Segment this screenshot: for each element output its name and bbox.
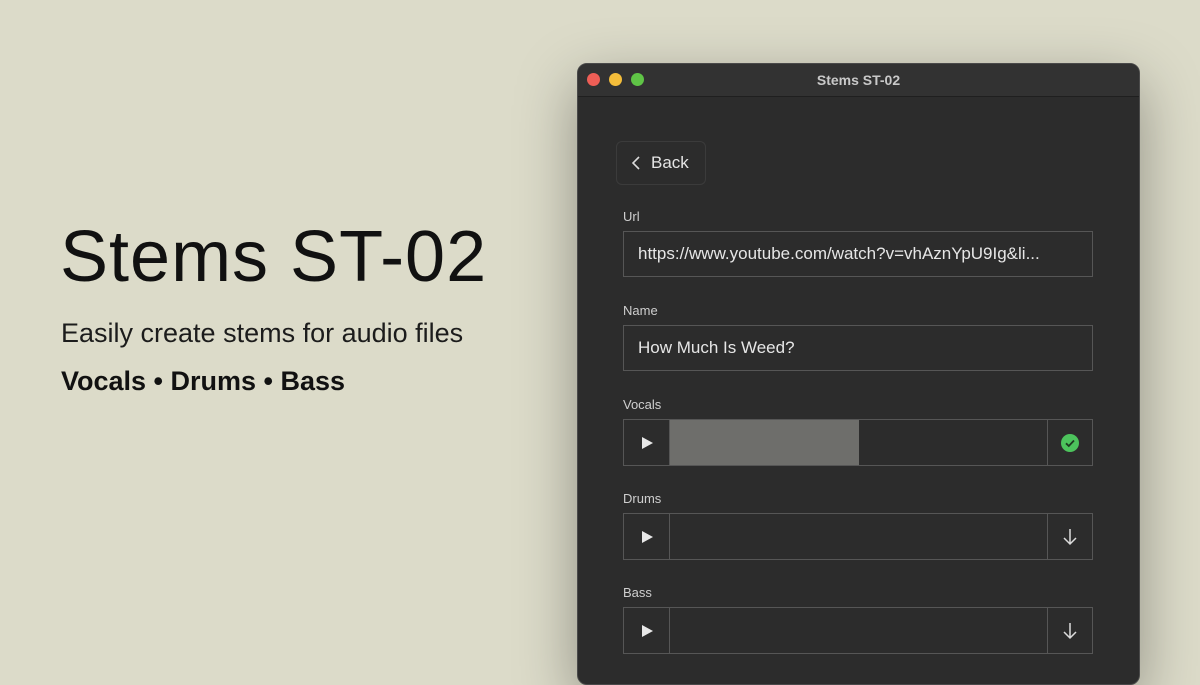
name-value: How Much Is Weed? <box>638 338 795 357</box>
name-field[interactable]: How Much Is Weed? <box>623 325 1093 371</box>
url-field[interactable]: https://www.youtube.com/watch?v=vhAznYpU… <box>623 231 1093 277</box>
hero-subtitle: Easily create stems for audio files <box>61 318 464 348</box>
check-circle-icon <box>1061 433 1079 452</box>
play-icon <box>641 436 653 449</box>
stem-row-bass <box>623 607 1093 654</box>
stem-row-drums <box>623 513 1093 560</box>
back-button[interactable]: Back <box>616 141 706 185</box>
hero-tags: Vocals • Drums • Bass <box>61 366 346 396</box>
url-value: https://www.youtube.com/watch?v=vhAznYpU… <box>638 244 1040 263</box>
url-label: Url <box>623 209 640 224</box>
stem-label-vocals: Vocals <box>623 397 662 412</box>
stem-row-vocals <box>623 419 1093 466</box>
name-label: Name <box>623 303 658 318</box>
hero-title: Stems ST-02 <box>60 217 488 297</box>
play-icon <box>641 624 653 637</box>
stem-label-drums: Drums <box>623 491 662 506</box>
drums-waveform[interactable] <box>670 514 1047 559</box>
vocals-waveform[interactable] <box>670 420 1047 465</box>
download-arrow-icon <box>1063 528 1077 545</box>
app-window: Stems ST-02 Back Url https://www.youtube… <box>577 63 1140 685</box>
download-arrow-icon <box>1063 622 1077 639</box>
bass-waveform[interactable] <box>670 608 1047 653</box>
back-button-label: Back <box>651 153 689 172</box>
stem-label-bass: Bass <box>623 585 652 600</box>
vocals-progress-fill <box>670 420 859 465</box>
window-title: Stems ST-02 <box>816 72 901 88</box>
vocals-status-button[interactable] <box>1047 420 1092 465</box>
chevron-left-icon <box>631 156 640 170</box>
play-vocals-button[interactable] <box>624 420 670 465</box>
play-drums-button[interactable] <box>624 514 670 559</box>
title-bar: Stems ST-02 <box>578 64 1139 97</box>
play-bass-button[interactable] <box>624 608 670 653</box>
drums-download-button[interactable] <box>1047 514 1092 559</box>
play-icon <box>641 530 653 543</box>
bass-download-button[interactable] <box>1047 608 1092 653</box>
